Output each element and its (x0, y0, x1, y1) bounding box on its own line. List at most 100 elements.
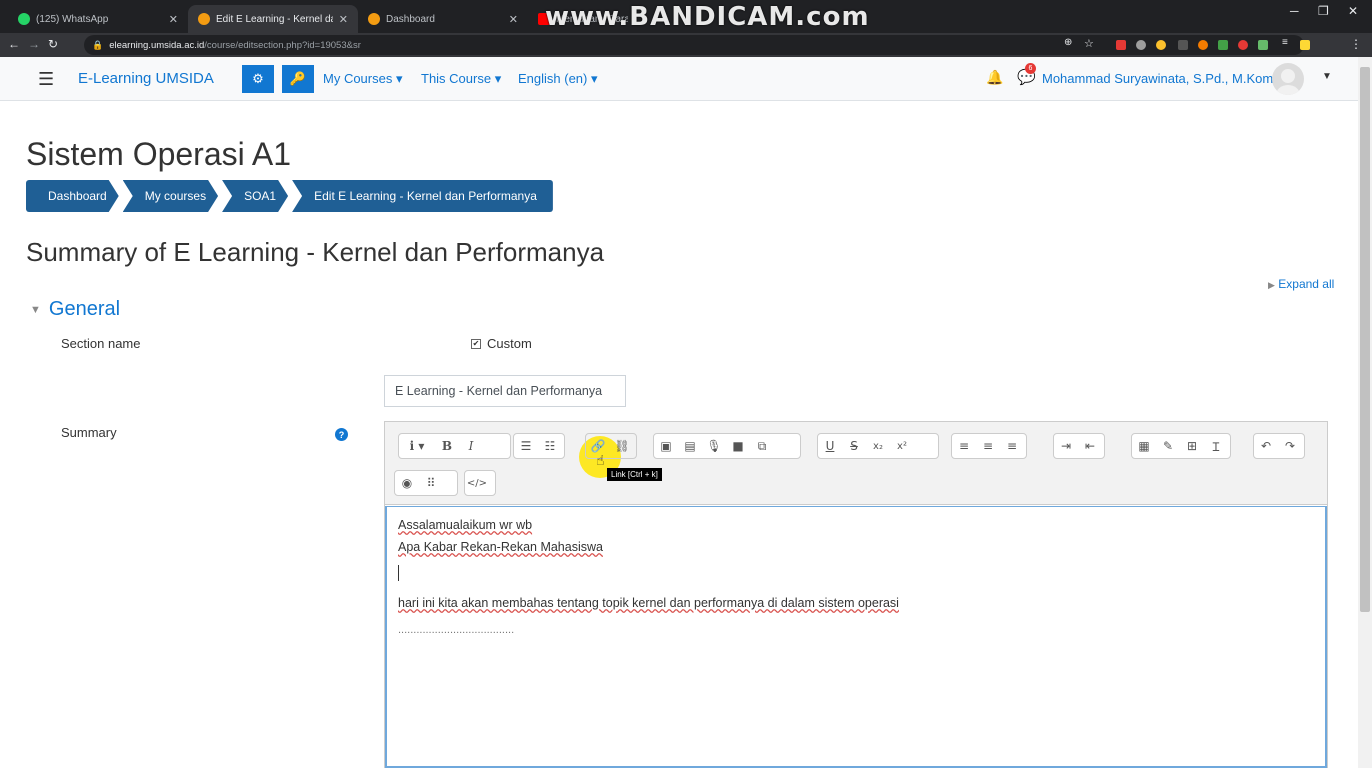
minimize-icon[interactable]: ─ (1290, 4, 1299, 18)
language-menu[interactable]: English (en) ▾ (518, 71, 598, 87)
restore-icon[interactable]: ❐ (1318, 4, 1329, 18)
image-icon[interactable]: ▣ (654, 434, 678, 458)
help-icon[interactable]: ? (335, 428, 348, 441)
equation-icon[interactable]: ▦ (1132, 434, 1156, 458)
caret-down-icon: ▾ (395, 71, 403, 86)
record-audio-icon[interactable]: 🎙 (702, 434, 726, 458)
record-video-icon[interactable]: ■ (726, 434, 750, 458)
text-caret (398, 565, 399, 581)
expand-all-link[interactable]: ▶ Expand all (1268, 277, 1334, 291)
key-icon[interactable]: 🔑 (282, 65, 314, 93)
subscript-icon[interactable]: x₂ (866, 434, 890, 458)
table-icon[interactable]: ⊞ (1180, 434, 1204, 458)
toolbar-group-lists: ☰ ☷ (513, 433, 565, 459)
extension-icon[interactable] (1136, 40, 1146, 50)
section-name-field[interactable]: E Learning - Kernel dan Performanya (384, 375, 626, 407)
close-icon[interactable]: ✕ (169, 13, 178, 26)
extension-icon[interactable] (1218, 40, 1228, 50)
toolbar-group-history: ↶ ↷ (1253, 433, 1305, 459)
extension-icon[interactable] (1116, 40, 1126, 50)
align-left-icon[interactable]: ≡ (952, 434, 976, 458)
extension-icon[interactable] (1238, 40, 1248, 50)
user-name[interactable]: Mohammad Suryawinata, S.Pd., M.Kom (1042, 71, 1273, 86)
special-character-icon[interactable]: ✎ (1156, 434, 1180, 458)
accessibility-checker-icon[interactable]: ◉ (395, 471, 419, 495)
bookmark-star-icon[interactable]: ☆ (1084, 37, 1094, 50)
back-icon[interactable]: ← (8, 37, 20, 51)
scrollbar-thumb[interactable] (1360, 67, 1370, 612)
indent-icon[interactable]: ⇥ (1054, 434, 1078, 458)
checkbox-checked-icon[interactable]: ✔ (471, 338, 481, 349)
close-icon[interactable]: ✕ (339, 13, 348, 26)
zoom-icon[interactable]: ⊕ (1064, 37, 1072, 48)
close-icon[interactable]: ✕ (509, 13, 518, 26)
address-bar: ← → ↻ 🔒 elearning.umsida.ac.id/course/ed… (0, 33, 1372, 57)
moodle-icon (198, 13, 210, 25)
undo-icon[interactable]: ↶ (1254, 434, 1278, 458)
toolbar-group-accessibility: ◉ ⠿ (394, 470, 458, 496)
unordered-list-icon[interactable]: ☰ (514, 434, 538, 458)
underline-icon[interactable]: U (818, 434, 842, 458)
editor-line (398, 559, 1314, 589)
close-window-icon[interactable]: ✕ (1348, 4, 1358, 18)
align-right-icon[interactable]: ≡ (1000, 434, 1024, 458)
paragraph-style-button[interactable]: i ▾ (399, 434, 435, 458)
outdent-icon[interactable]: ⇤ (1078, 434, 1102, 458)
toolbar-group-links: 🔗 ⛓ (585, 433, 637, 459)
reload-icon[interactable]: ↻ (48, 37, 58, 51)
breadcrumb-my-courses[interactable]: My courses (123, 180, 218, 212)
menu-kebab-icon[interactable]: ⋮ (1350, 37, 1362, 51)
triangle-right-icon: ▶ (1268, 280, 1275, 290)
extension-icon[interactable] (1198, 40, 1208, 50)
triangle-down-icon: ▼ (30, 303, 41, 316)
unlink-icon[interactable]: ⛓ (610, 434, 634, 458)
italic-button[interactable]: I (459, 434, 483, 458)
reading-list-icon[interactable]: ≡ (1282, 37, 1288, 48)
admin-gear-icon[interactable]: ⚙ (242, 65, 274, 93)
notification-bell-icon[interactable]: 🔔 (986, 69, 1003, 86)
editor-line: ...................................... (398, 624, 515, 636)
editor-line: Apa Kabar Rekan-Rekan Mahasiswa (398, 540, 603, 554)
caret-down-icon: ▾ (494, 71, 502, 86)
lock-icon: 🔒 (92, 39, 104, 50)
extension-icon[interactable] (1258, 40, 1268, 50)
toolbar-group-format: U S x₂ x² (817, 433, 939, 459)
site-brand[interactable]: E-Learning UMSIDA (78, 70, 214, 87)
ordered-list-icon[interactable]: ☷ (538, 434, 562, 458)
align-center-icon[interactable]: ≡ (976, 434, 1000, 458)
strikethrough-icon[interactable]: S (842, 434, 866, 458)
breadcrumb-current-page[interactable]: Edit E Learning - Kernel dan Performanya (292, 180, 553, 212)
breadcrumb-dashboard[interactable]: Dashboard (26, 180, 119, 212)
tab-edit-elearning[interactable]: Edit E Learning - Kernel dan Perf ✕ (188, 5, 358, 33)
toolbar-group-html: </> (464, 470, 496, 496)
breadcrumb-course[interactable]: SOA1 (222, 180, 288, 212)
redo-icon[interactable]: ↷ (1278, 434, 1302, 458)
editor-content-area[interactable]: Assalamualaikum wr wb Apa Kabar Rekan-Re… (385, 506, 1327, 768)
forward-icon[interactable]: → (28, 37, 40, 51)
tab-dashboard[interactable]: Dashboard ✕ (358, 5, 528, 33)
extension-icon[interactable] (1156, 40, 1166, 50)
media-icon[interactable]: ▤ (678, 434, 702, 458)
bold-button[interactable]: B (435, 434, 459, 458)
custom-checkbox[interactable]: ✔ Custom (471, 336, 532, 351)
extension-icon[interactable] (1178, 40, 1188, 50)
clear-formatting-icon[interactable]: Ɪ (1204, 434, 1228, 458)
profile-icon[interactable] (1300, 40, 1310, 50)
page-scrollbar[interactable] (1358, 57, 1372, 768)
user-menu-caret-icon[interactable]: ▼ (1322, 71, 1332, 82)
tab-whatsapp[interactable]: (125) WhatsApp ✕ (8, 5, 188, 33)
superscript-icon[interactable]: x² (890, 434, 914, 458)
manage-files-icon[interactable]: ⧉ (750, 434, 774, 458)
link-tooltip: Link [Ctrl + k] (607, 468, 662, 481)
toolbar-group-insert: ▦ ✎ ⊞ Ɪ (1131, 433, 1231, 459)
avatar[interactable] (1272, 63, 1304, 95)
general-section-toggle[interactable]: ▼ General (30, 298, 120, 321)
this-course-menu[interactable]: This Course ▾ (421, 71, 501, 87)
message-count-badge: 6 (1025, 63, 1036, 74)
whatsapp-icon (18, 13, 30, 25)
screenreader-helper-icon[interactable]: ⠿ (419, 471, 443, 495)
my-courses-menu[interactable]: My Courses ▾ (323, 71, 403, 87)
html-source-icon[interactable]: </> (465, 471, 489, 495)
hamburger-menu-icon[interactable]: ☰ (38, 69, 54, 90)
breadcrumb: Dashboard My courses SOA1 Edit E Learnin… (26, 180, 557, 212)
